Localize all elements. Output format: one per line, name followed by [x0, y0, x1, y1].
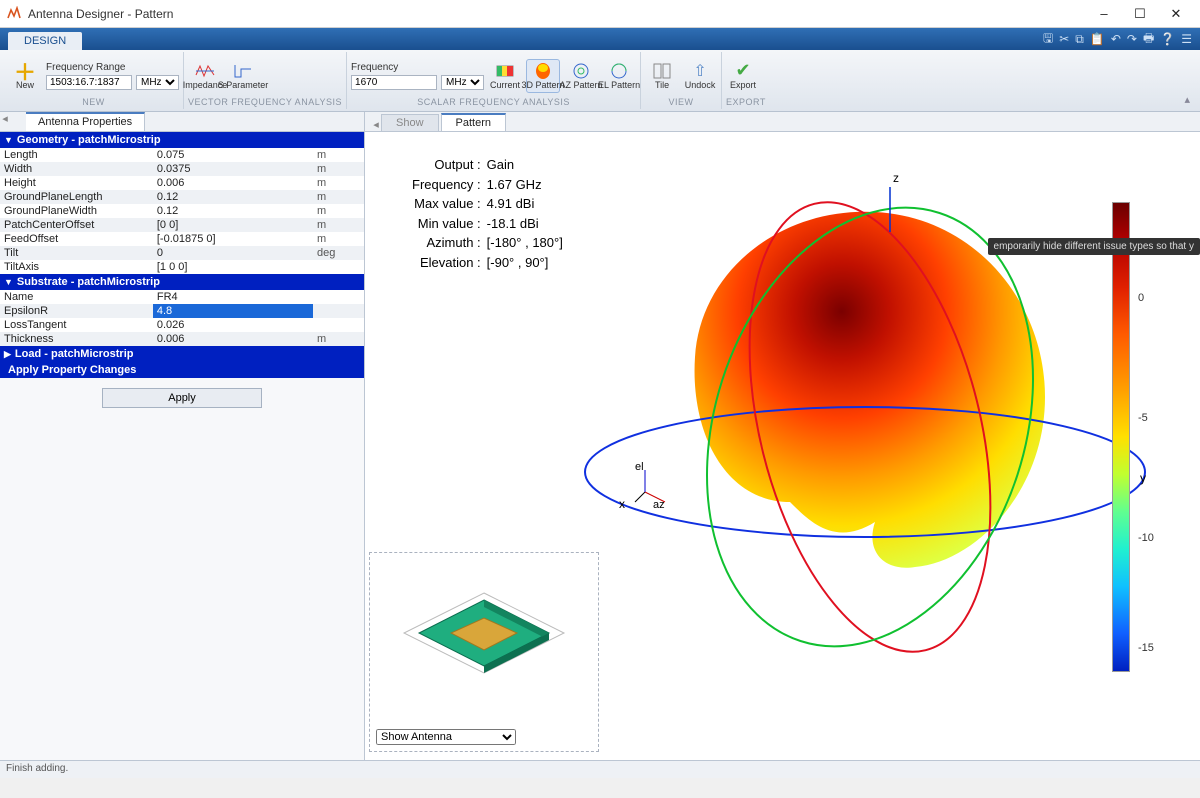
svg-text:x: x	[619, 497, 625, 511]
az-pattern-button[interactable]: AZ Pattern	[564, 60, 598, 92]
svg-text:z: z	[893, 171, 899, 185]
toolstrip: ＋ New Frequency Range MHz NEW Impedance …	[0, 50, 1200, 112]
colorbar: 0 -5 -10 -15	[1112, 202, 1130, 672]
antenna-preview: Show Antenna	[369, 552, 599, 752]
status-bar: Finish adding.	[0, 760, 1200, 778]
3d-pattern-icon	[533, 62, 553, 80]
section-load[interactable]: ▶Load - patchMicrostrip	[0, 346, 364, 362]
property-row[interactable]: FeedOffset[-0.01875 0]m	[0, 232, 364, 246]
impedance-icon	[195, 62, 215, 80]
menu-icon[interactable]: ☰	[1181, 32, 1192, 46]
section-geometry[interactable]: ▼Geometry - patchMicrostrip	[0, 132, 364, 148]
property-row[interactable]: Length0.075m	[0, 148, 364, 162]
tab-design[interactable]: DESIGN	[8, 32, 82, 50]
tab-pattern[interactable]: Pattern	[441, 113, 506, 131]
svg-text:el: el	[635, 461, 644, 473]
freq-range-unit[interactable]: MHz	[136, 75, 179, 90]
undock-button[interactable]: ⇧ Undock	[683, 60, 717, 92]
title-bar: Antenna Designer - Pattern ‒ ☐ ✕	[0, 0, 1200, 28]
property-row[interactable]: NameFR4	[0, 290, 364, 304]
3d-pattern-button[interactable]: 3D Pattern	[526, 59, 560, 93]
sparam-icon	[233, 62, 253, 80]
paste-icon[interactable]: 📋	[1090, 32, 1105, 46]
quick-access-icons: 🖫 ✂ ⧉ 📋 ↶ ↷ 🖶 ❔ ☰	[1043, 28, 1200, 50]
copy-icon[interactable]: ⧉	[1075, 32, 1084, 47]
minimize-button[interactable]: ‒	[1086, 2, 1122, 26]
property-row[interactable]: GroundPlaneLength0.12m	[0, 190, 364, 204]
property-row[interactable]: Tilt0deg	[0, 246, 364, 260]
current-icon	[495, 62, 515, 80]
tile-button[interactable]: Tile	[645, 60, 679, 92]
radiation-pattern-plot[interactable]: x y z el az	[575, 152, 1195, 672]
az-pattern-icon	[571, 62, 591, 80]
el-pattern-icon	[609, 62, 629, 80]
svg-text:az: az	[653, 499, 665, 511]
property-row[interactable]: EpsilonR4.8	[0, 304, 364, 318]
close-button[interactable]: ✕	[1158, 2, 1194, 26]
export-icon: ✔	[733, 62, 753, 80]
freq-range-input[interactable]	[46, 75, 132, 90]
cut-icon[interactable]: ✂	[1059, 32, 1069, 46]
collapse-icon: ▼	[4, 277, 13, 287]
sparameter-button[interactable]: S Parameter	[226, 60, 260, 92]
section-substrate[interactable]: ▼Substrate - patchMicrostrip	[0, 274, 364, 290]
plot-area[interactable]: Output :Gain Frequency :1.67 GHz Max val…	[365, 132, 1200, 760]
tab-antenna-properties[interactable]: Antenna Properties	[26, 112, 145, 131]
canvas-area: ◂ Show Pattern Output :Gain Frequency :1…	[365, 112, 1200, 760]
apply-button[interactable]: Apply	[102, 388, 262, 408]
tile-icon	[652, 62, 672, 80]
undock-icon: ⇧	[690, 62, 710, 80]
collapse-icon: ▼	[4, 135, 13, 145]
antenna-view-select[interactable]: Show Antenna	[376, 729, 516, 745]
freq-range-label: Frequency Range	[46, 62, 126, 73]
property-row[interactable]: Width0.0375m	[0, 162, 364, 176]
properties-panel: ◂ Antenna Properties ▼Geometry - patchMi…	[0, 112, 365, 760]
property-row[interactable]: TiltAxis[1 0 0]	[0, 260, 364, 274]
app-logo-icon	[6, 6, 22, 22]
plot-info: Output :Gain Frequency :1.67 GHz Max val…	[410, 154, 565, 273]
plus-icon: ＋	[15, 62, 35, 80]
freq-input[interactable]	[351, 75, 437, 90]
freq-unit[interactable]: MHz	[441, 75, 484, 90]
expand-icon: ▶	[4, 349, 11, 360]
tab-show[interactable]: Show	[381, 114, 439, 131]
antenna-geometry-icon	[389, 578, 579, 698]
undo-icon[interactable]: ↶	[1111, 32, 1121, 46]
work-area: ◂ Antenna Properties ▼Geometry - patchMi…	[0, 112, 1200, 760]
new-button[interactable]: ＋ New	[8, 60, 42, 92]
property-row[interactable]: LossTangent0.026	[0, 318, 364, 332]
geometry-table[interactable]: Length0.075mWidth0.0375mHeight0.006mGrou…	[0, 148, 364, 274]
tooltip: emporarily hide different issue types so…	[988, 238, 1200, 255]
help-icon[interactable]: ❔	[1160, 32, 1175, 46]
property-row[interactable]: PatchCenterOffset[0 0]m	[0, 218, 364, 232]
svg-text:y: y	[1140, 471, 1146, 485]
el-pattern-button[interactable]: EL Pattern	[602, 60, 636, 92]
property-row[interactable]: Thickness0.006m	[0, 332, 364, 346]
scroll-tab-left-icon[interactable]: ◂	[0, 112, 10, 131]
print-icon[interactable]: 🖶	[1143, 29, 1154, 50]
redo-icon[interactable]: ↷	[1127, 32, 1137, 46]
substrate-table[interactable]: NameFR4EpsilonR4.8LossTangent0.026Thickn…	[0, 290, 364, 346]
window-title: Antenna Designer - Pattern	[28, 7, 1086, 21]
scroll-tab-left-icon[interactable]: ◂	[371, 118, 381, 131]
current-button[interactable]: Current	[488, 60, 522, 92]
collapse-ribbon-icon[interactable]: ▴	[1178, 90, 1196, 109]
maximize-button[interactable]: ☐	[1122, 2, 1158, 26]
property-row[interactable]: Height0.006m	[0, 176, 364, 190]
freq-label: Frequency	[351, 62, 398, 73]
ribbon-tab-row: DESIGN 🖫 ✂ ⧉ 📋 ↶ ↷ 🖶 ❔ ☰	[0, 28, 1200, 50]
property-row[interactable]: GroundPlaneWidth0.12m	[0, 204, 364, 218]
apply-header: Apply Property Changes	[0, 362, 364, 378]
export-button[interactable]: ✔ Export	[726, 60, 760, 92]
save-icon[interactable]: 🖫	[1043, 29, 1053, 50]
